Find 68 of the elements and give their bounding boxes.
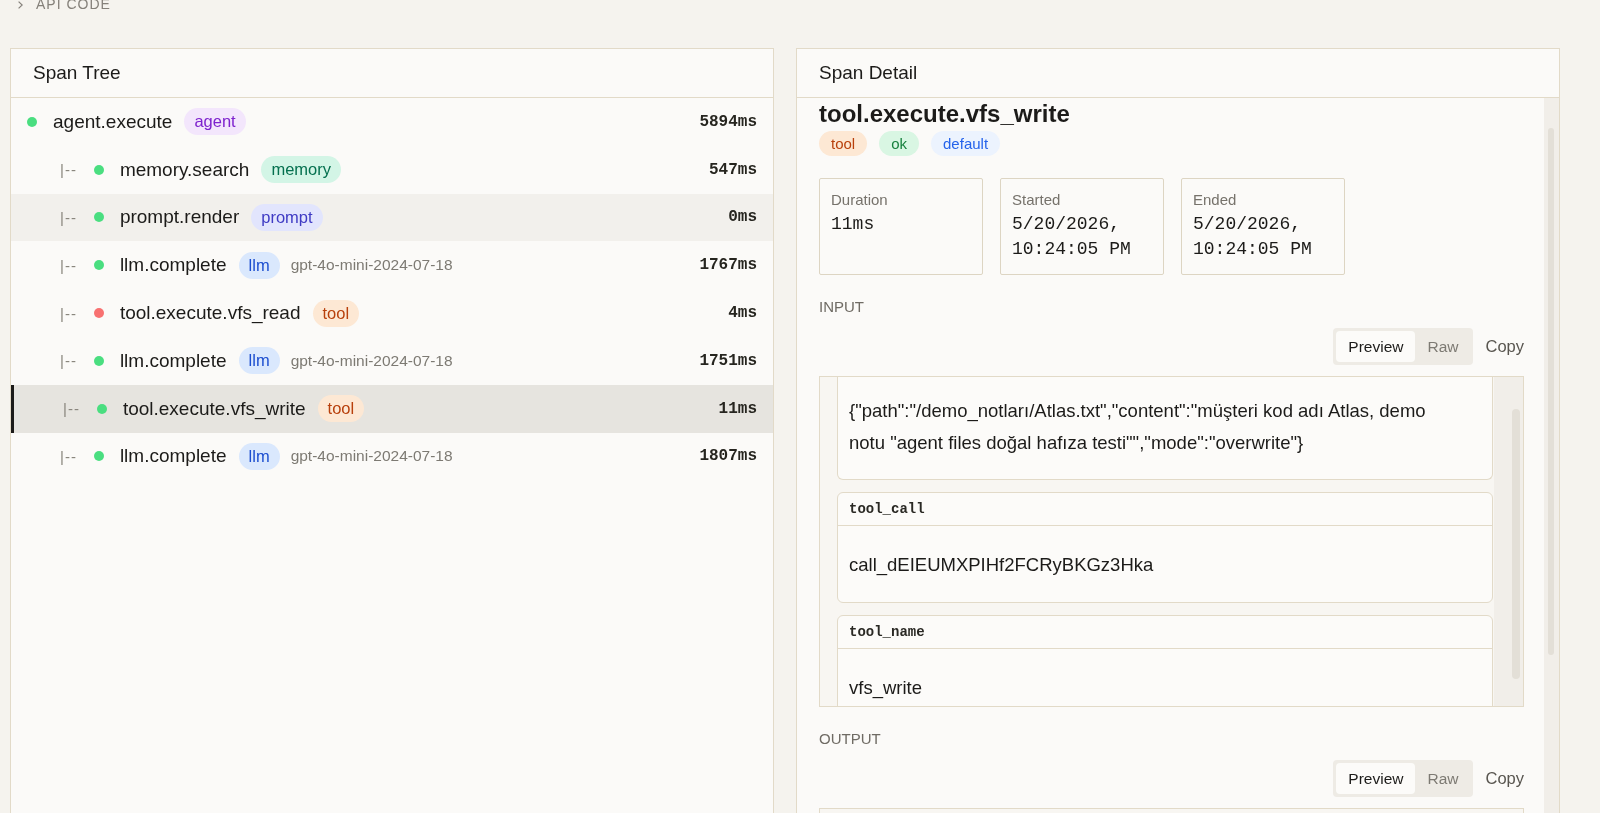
- tree-branch-prefix: |--: [60, 304, 77, 322]
- span-tag: ok: [879, 131, 920, 156]
- stat-label: Started: [1012, 190, 1062, 210]
- span-tag: tool: [819, 131, 868, 156]
- view-mode-tab[interactable]: Raw: [1415, 331, 1471, 362]
- tree-branch-prefix: |--: [60, 256, 77, 274]
- field-value: call_dEIEUMXPIHf2FCRyBKGz3Hka: [849, 553, 1155, 578]
- span-duration: 0ms: [728, 208, 757, 227]
- field-value: {"path":"/demo_notları/Atlas.txt","content":"müşteri kod adı Atlas, demo notu "agent files doğal hafıza testi"","mode":"overwrite"}: [849, 399, 1427, 455]
- span-name: memory.search: [119, 158, 250, 181]
- stat-value: 11ms: [831, 213, 876, 236]
- tree-branch-prefix: |--: [63, 400, 80, 418]
- view-mode-tab[interactable]: Raw: [1415, 763, 1471, 794]
- span-name: llm.complete: [119, 445, 227, 468]
- model-name: gpt-4o-mini-2024-07-18: [290, 256, 453, 275]
- span-row[interactable]: |-- memory.search memory 547ms: [11, 145, 773, 194]
- span-row[interactable]: |-- prompt.render prompt 0ms: [11, 193, 773, 242]
- copy-button[interactable]: Copy: [1485, 769, 1524, 788]
- field-key: tool_name: [849, 624, 925, 640]
- span-row[interactable]: |-- llm.complete llm gpt-4o-mini-2024-07-18 1807ms: [11, 432, 773, 481]
- span-row[interactable]: |-- llm.complete llm gpt-4o-mini-2024-07-18 1767ms: [11, 241, 773, 290]
- span-duration: 547ms: [709, 160, 757, 179]
- stat-label: Ended: [1193, 190, 1238, 210]
- span-title: tool.execute.vfs_write: [819, 101, 1070, 127]
- field-key: tool_call: [849, 501, 925, 517]
- tree-branch-prefix: |--: [60, 447, 77, 465]
- view-mode-tab[interactable]: Preview: [1336, 763, 1416, 794]
- field-value: vfs_write: [849, 676, 923, 701]
- span-name: prompt.render: [119, 206, 240, 229]
- span-tag: default: [931, 131, 1001, 156]
- span-name: tool.execute.vfs_read: [119, 302, 301, 325]
- stat-value: 5/20/2026, 10:24:05 PM: [1193, 213, 1313, 261]
- stat-label: Duration: [831, 190, 889, 210]
- span-type-tag: llm: [238, 251, 280, 279]
- span-name: llm.complete: [119, 349, 227, 372]
- model-name: gpt-4o-mini-2024-07-18: [290, 447, 453, 466]
- span-row[interactable]: agent.execute agent 5894ms: [11, 98, 773, 146]
- span-row[interactable]: |-- tool.execute.vfs_read tool 4ms: [11, 289, 773, 337]
- span-name: llm.complete: [119, 254, 227, 277]
- tree-branch-prefix: |--: [60, 161, 77, 179]
- span-name: agent.execute: [53, 110, 173, 133]
- api-code-toggle[interactable]: API CODE: [18, 0, 111, 12]
- span-type-tag: prompt: [251, 204, 323, 231]
- span-row[interactable]: |-- llm.complete llm gpt-4o-mini-2024-07-18 1751ms: [11, 337, 773, 385]
- span-type-tag: llm: [238, 442, 280, 470]
- span-duration: 4ms: [728, 304, 757, 323]
- span-name: tool.execute.vfs_write: [122, 397, 306, 420]
- span-type-tag: agent: [184, 108, 246, 136]
- panel-title: Span Tree: [33, 62, 121, 84]
- panel-title: Span Detail: [819, 62, 918, 84]
- section-label: INPUT: [819, 298, 865, 316]
- span-duration: 1767ms: [699, 256, 757, 275]
- span-type-tag: tool: [312, 299, 360, 327]
- copy-button[interactable]: Copy: [1485, 337, 1524, 356]
- span-row[interactable]: |-- tool.execute.vfs_write tool 11ms: [11, 384, 773, 433]
- tree-branch-prefix: |--: [60, 352, 77, 370]
- section-label: OUTPUT: [819, 730, 882, 748]
- span-duration: 1807ms: [699, 447, 757, 466]
- tree-branch-prefix: |--: [60, 209, 77, 226]
- span-duration: 11ms: [718, 399, 757, 418]
- span-duration: 1751ms: [699, 351, 757, 370]
- span-duration: 5894ms: [699, 112, 757, 131]
- stat-value: 5/20/2026, 10:24:05 PM: [1012, 213, 1132, 261]
- view-mode-tab[interactable]: Preview: [1336, 331, 1416, 362]
- span-type-tag: tool: [317, 395, 365, 423]
- span-type-tag: memory: [261, 156, 341, 184]
- model-name: gpt-4o-mini-2024-07-18: [290, 351, 453, 370]
- span-type-tag: llm: [238, 347, 280, 375]
